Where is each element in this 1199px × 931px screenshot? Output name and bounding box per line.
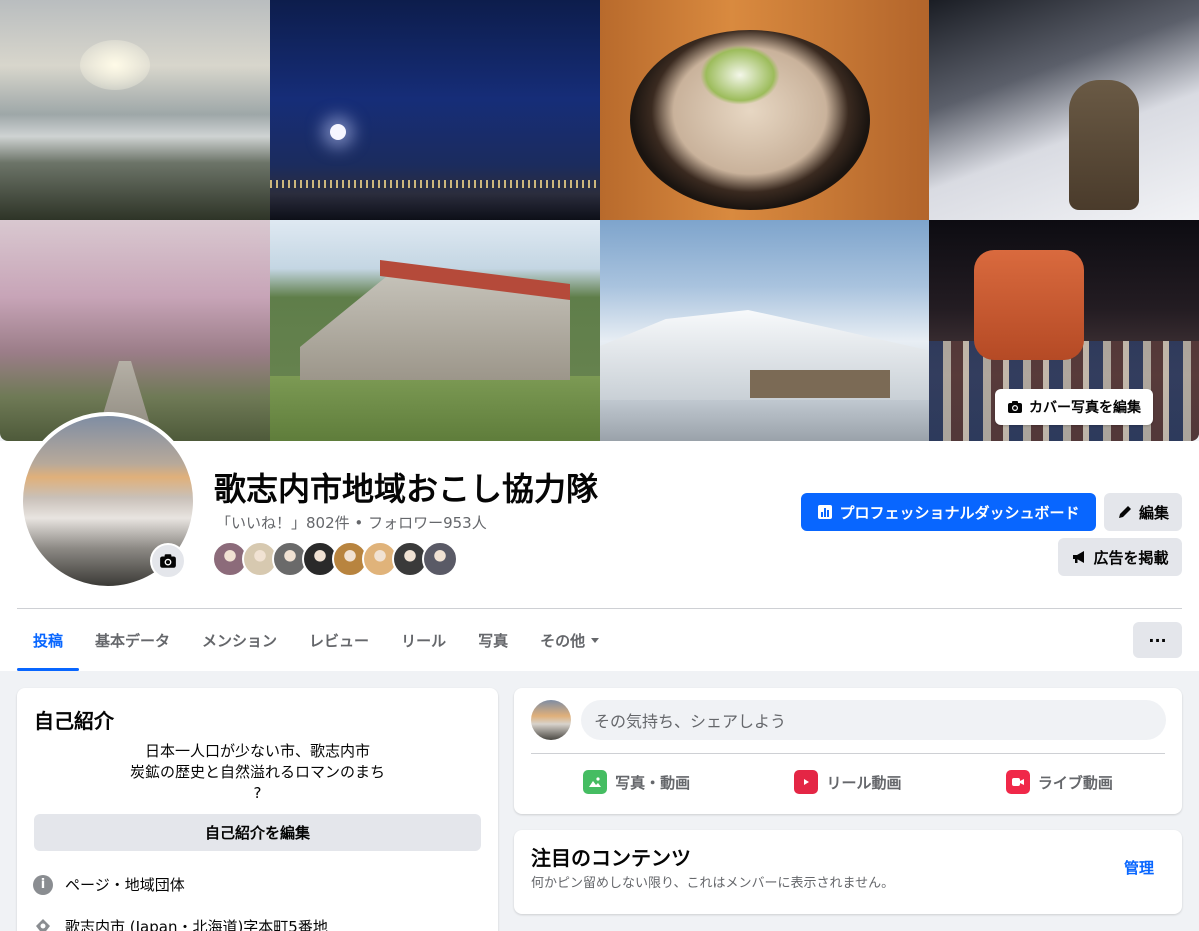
page-tabs: 投稿 基本データ メンション レビュー リール 写真 その他 [17, 609, 615, 671]
chart-icon [818, 505, 833, 519]
professional-dashboard-button[interactable]: プロフェッショナルダッシュボード [801, 493, 1096, 531]
tab-3[interactable]: レビュー [293, 609, 385, 671]
cover-photo[interactable] [0, 0, 1199, 441]
update-profile-picture-button[interactable] [150, 543, 186, 579]
bio-line: ? [253, 784, 262, 802]
megaphone-icon [1073, 551, 1085, 563]
intro-title: 自己紹介 [34, 709, 114, 733]
tab-label: レビュー [309, 631, 370, 650]
bio-line: 日本一人口が少ない市、歌志内市 [144, 742, 370, 760]
composer-actions: 写真・動画 リール動画 ライブ動画 [531, 762, 1165, 802]
more-options-button[interactable]: ··· [1133, 622, 1182, 658]
edit-cover-button[interactable]: カバー写真を編集 [995, 389, 1153, 425]
tab-6[interactable]: その他 [524, 609, 615, 671]
tab-5[interactable]: 写真 [462, 609, 524, 671]
cover-tile-building [270, 220, 600, 441]
cover-tile-snow-steps [929, 0, 1199, 220]
stats-separator: • [354, 514, 364, 532]
cover-tile-night-view [270, 0, 600, 220]
follower-avatars[interactable] [212, 541, 458, 577]
followers-count[interactable]: フォロワー953人 [368, 514, 487, 532]
featured-description: 何かピン留めしない限り、これはメンバーに表示されません。 [531, 876, 895, 891]
reel-icon [794, 770, 819, 794]
reel-label: リール動画 [826, 773, 902, 792]
tab-2[interactable]: メンション [186, 609, 293, 671]
edit-intro-button[interactable]: 自己紹介を編集 [34, 814, 481, 851]
follower-avatar[interactable] [422, 541, 458, 577]
live-video-button[interactable]: ライブ動画 [954, 762, 1165, 802]
intro-card: 自己紹介 日本一人口が少ない市、歌志内市 炭鉱の歴史と自然溢れるロマンのまち ?… [17, 688, 498, 931]
live-video-icon [1005, 770, 1030, 794]
status-input[interactable]: その気持ち、シェアしよう [581, 700, 1166, 740]
camera-icon [160, 554, 176, 568]
page-title: 歌志内市地域おこし協力隊 [214, 470, 599, 508]
likes-count[interactable]: 「いいね！」802件 [216, 514, 350, 532]
cover-tile-cherry-road [0, 220, 270, 441]
tab-label: 写真 [478, 631, 509, 650]
cover-tile-sea-of-clouds [0, 0, 270, 220]
avatar[interactable] [531, 700, 571, 740]
photo-video-button[interactable]: 写真・動画 [531, 762, 742, 802]
post-composer: その気持ち、シェアしよう 写真・動画 リール動画 ライブ動画 [514, 688, 1182, 814]
tab-label: 基本データ [95, 631, 171, 650]
live-video-label: ライブ動画 [1037, 773, 1113, 792]
category-label: ページ・地域団体 [65, 876, 185, 894]
tab-label: その他 [540, 631, 586, 650]
photo-video-label: 写真・動画 [615, 773, 691, 792]
advertise-label: 広告を掲載 [1093, 548, 1169, 567]
intro-bio: 日本一人口が少ない市、歌志内市 炭鉱の歴史と自然溢れるロマンのまち ? [17, 741, 498, 804]
tab-1[interactable]: 基本データ [79, 609, 186, 671]
facebook-page: カバー写真を編集 歌志内市地域おこし協力隊 「いいね！」802件 • フォロワー… [0, 0, 1199, 931]
advertise-button[interactable]: 広告を掲載 [1058, 538, 1182, 576]
tab-4[interactable]: リール [385, 609, 462, 671]
camera-icon [1008, 401, 1022, 413]
bio-line: 炭鉱の歴史と自然溢れるロマンのまち [129, 763, 385, 781]
page-stats: 「いいね！」802件 • フォロワー953人 [216, 512, 487, 533]
tab-label: 投稿 [33, 631, 64, 650]
caret-down-icon [591, 637, 600, 643]
edit-page-button[interactable]: 編集 [1104, 493, 1182, 531]
pencil-icon [1118, 506, 1131, 518]
reel-button[interactable]: リール動画 [742, 762, 953, 802]
tab-label: メンション [202, 631, 278, 650]
info-icon: i [33, 874, 53, 895]
tab-label: リール [401, 631, 447, 650]
address-label[interactable]: 歌志内市 (Japan・北海道)字本町5番地 [65, 916, 328, 931]
cover-tile-ski-slope [600, 220, 929, 441]
manage-link[interactable]: 管理 [1124, 857, 1154, 878]
photo-icon [583, 770, 608, 794]
featured-title: 注目のコンテンツ [531, 846, 691, 870]
composer-divider [531, 753, 1165, 754]
tab-0[interactable]: 投稿 [17, 609, 80, 671]
featured-card: 注目のコンテンツ 何かピン留めしない限り、これはメンバーに表示されません。 管理 [514, 830, 1182, 914]
professional-dashboard-label: プロフェッショナルダッシュボード [839, 503, 1080, 522]
info-address: 歌志内市 (Japan・北海道)字本町5番地 [33, 916, 328, 931]
cover-tile-bowl-dish [600, 0, 929, 220]
info-category: i ページ・地域団体 [33, 874, 185, 895]
location-icon [36, 918, 50, 931]
edit-cover-label: カバー写真を編集 [1029, 400, 1141, 416]
edit-page-label: 編集 [1138, 503, 1169, 522]
